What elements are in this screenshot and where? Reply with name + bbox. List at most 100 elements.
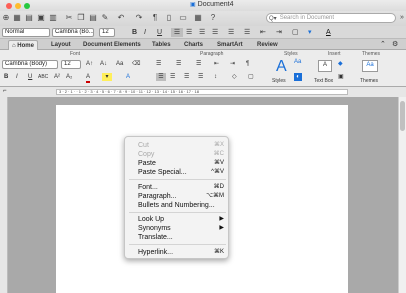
pilcrow-icon[interactable]: ¶ (150, 13, 160, 23)
open-icon[interactable]: ▤ (24, 13, 34, 23)
shrink-font-button[interactable]: A↓ (100, 60, 107, 68)
menu-item-bullets[interactable]: Bullets and Numbering... (138, 201, 224, 210)
tab-home[interactable]: ⌂ Home (8, 40, 38, 50)
sidebar-icon[interactable]: ▯ (164, 13, 174, 23)
minimize-window-button[interactable] (15, 3, 21, 9)
save-icon[interactable]: ▣ (36, 13, 46, 23)
grow-font-button[interactable]: A↑ (86, 60, 93, 68)
bold-button[interactable]: B (132, 28, 137, 37)
size-select[interactable]: 12 (99, 28, 115, 37)
text-box-label: Text Box (314, 78, 334, 84)
tab-stop-icon[interactable]: ⌐ (3, 88, 7, 94)
overflow-icon[interactable]: » (397, 13, 406, 23)
menu-item-synonyms[interactable]: Synonyms ▶ (138, 224, 224, 233)
underline-button[interactable]: U (157, 28, 162, 37)
templates-icon[interactable]: ▦ (12, 13, 22, 23)
change-case-button[interactable]: Aa (116, 60, 123, 68)
menu-item-paste[interactable]: Paste ⌘V (138, 159, 224, 168)
new-icon[interactable]: ⊕ (1, 13, 11, 23)
tab-charts[interactable]: Charts (181, 40, 206, 50)
style-select[interactable]: Normal (2, 28, 50, 37)
text-effects-button[interactable]: A (126, 73, 130, 81)
print-icon[interactable]: ▥ (48, 13, 58, 23)
ribbon-settings-icon[interactable]: ⚙ (392, 40, 398, 49)
themes-icon[interactable]: Aa (362, 60, 378, 72)
scroll-thumb[interactable] (400, 101, 405, 131)
menu-item-paste-special[interactable]: Paste Special... ^⌘V (138, 168, 224, 177)
paragraph-borders-button[interactable]: ▢ (248, 73, 254, 81)
shapes-icon[interactable]: ◆ (338, 60, 343, 68)
close-window-button[interactable] (6, 3, 12, 9)
view-icon[interactable]: ▭ (178, 13, 188, 23)
menu-item-hyperlink[interactable]: Hyperlink... ⌘K (138, 248, 224, 257)
ribbon-bullets-button[interactable]: ☰ (156, 60, 161, 68)
shading-button[interactable]: ◇ (232, 73, 237, 81)
text-highlight-button[interactable]: ▾ (102, 73, 112, 81)
ribbon-outdent-button[interactable]: ⇤ (214, 60, 219, 68)
ribbon-italic-button[interactable]: I (16, 73, 18, 81)
text-color-button[interactable]: A (86, 73, 91, 83)
paste-icon[interactable]: ▤ (88, 13, 98, 23)
ribbon-font-select[interactable]: Cambria (Body) (2, 60, 58, 69)
ribbon-justify-button[interactable]: ☰ (198, 73, 203, 81)
format-painter-icon[interactable]: ✎ (100, 13, 110, 23)
tab-smartart[interactable]: SmartArt (214, 40, 246, 50)
menu-item-cut[interactable]: Cut ⌘X (138, 141, 224, 150)
strikethrough-button[interactable]: ABC (38, 73, 48, 81)
numbering-button[interactable]: ☰ (244, 28, 250, 37)
collapse-ribbon-icon[interactable]: ⌃ (380, 40, 386, 49)
ribbon-align-center-button[interactable]: ☰ (170, 73, 175, 81)
sort-button[interactable]: ¶ (246, 60, 249, 68)
horizontal-ruler[interactable]: 3 · 2 · 1 · · 1 · 2 · 3 · 4 · 5 · 6 · 7 … (56, 89, 348, 95)
menu-item-translate[interactable]: Translate... (138, 233, 224, 242)
highlight-button[interactable]: ▾ (308, 28, 312, 37)
italic-button[interactable]: I (144, 28, 146, 37)
tab-tables[interactable]: Tables (149, 40, 174, 50)
undo-icon[interactable]: ↶ (116, 13, 126, 23)
bullets-button[interactable]: ☰ (228, 28, 234, 37)
copy-icon[interactable]: ❐ (76, 13, 86, 23)
zoom-icon[interactable]: ▦ (193, 13, 203, 23)
outdent-button[interactable]: ⇥ (276, 28, 282, 37)
font-color-button[interactable]: A (326, 28, 331, 37)
indent-button[interactable]: ⇤ (260, 28, 266, 37)
ribbon-bold-button[interactable]: B (4, 73, 8, 81)
vertical-ruler[interactable] (0, 97, 8, 293)
menu-item-copy[interactable]: Copy ⌘C (138, 150, 224, 159)
superscript-button[interactable]: A² (54, 73, 60, 81)
font-select[interactable]: Cambria (Bo... (52, 28, 94, 37)
align-left-button[interactable]: ☰ (171, 28, 183, 37)
clear-format-icon[interactable]: ⌫ (132, 60, 140, 68)
align-right-button[interactable]: ☰ (199, 28, 205, 37)
styles-pane-icon[interactable]: Aa (294, 58, 301, 66)
tab-document-elements[interactable]: Document Elements (80, 40, 144, 50)
justify-button[interactable]: ☰ (212, 28, 218, 37)
line-spacing-button[interactable]: ↕ (214, 73, 217, 81)
vertical-scrollbar[interactable] (398, 97, 406, 293)
window-title: ▣ Document4 (190, 1, 234, 8)
ribbon-align-right-button[interactable]: ☰ (184, 73, 189, 81)
ribbon-numbering-button[interactable]: ☰ (176, 60, 181, 68)
redo-icon[interactable]: ↷ (134, 13, 144, 23)
tab-review[interactable]: Review (254, 40, 281, 50)
picture-icon[interactable]: ▣ (338, 73, 344, 81)
help-icon[interactable]: ? (208, 13, 218, 23)
menu-item-font[interactable]: Font... ⌘D (138, 183, 224, 192)
ribbon-indent-button[interactable]: ⇥ (230, 60, 235, 68)
tab-layout[interactable]: Layout (48, 40, 74, 50)
ribbon-underline-button[interactable]: U (28, 73, 32, 81)
styles-color-icon[interactable]: ◐ (294, 73, 302, 81)
styles-gallery-icon[interactable]: A (276, 58, 287, 76)
text-box-icon[interactable]: A (318, 60, 332, 72)
search-field[interactable]: Q▾ Search in Document (266, 13, 396, 23)
multilevel-button[interactable]: ☰ (196, 60, 201, 68)
zoom-window-button[interactable] (24, 3, 30, 9)
cut-icon[interactable]: ✂ (64, 13, 74, 23)
menu-item-paragraph[interactable]: Paragraph... ⌥⌘M (138, 192, 224, 201)
align-center-button[interactable]: ☰ (186, 28, 192, 37)
ribbon-align-left-button[interactable]: ☰ (156, 73, 166, 81)
subscript-button[interactable]: A₂ (66, 73, 72, 81)
ribbon-size-select[interactable]: 12 (61, 60, 81, 69)
borders-button[interactable]: ▢ (292, 28, 299, 37)
menu-item-look-up[interactable]: Look Up ▶ (138, 215, 224, 224)
